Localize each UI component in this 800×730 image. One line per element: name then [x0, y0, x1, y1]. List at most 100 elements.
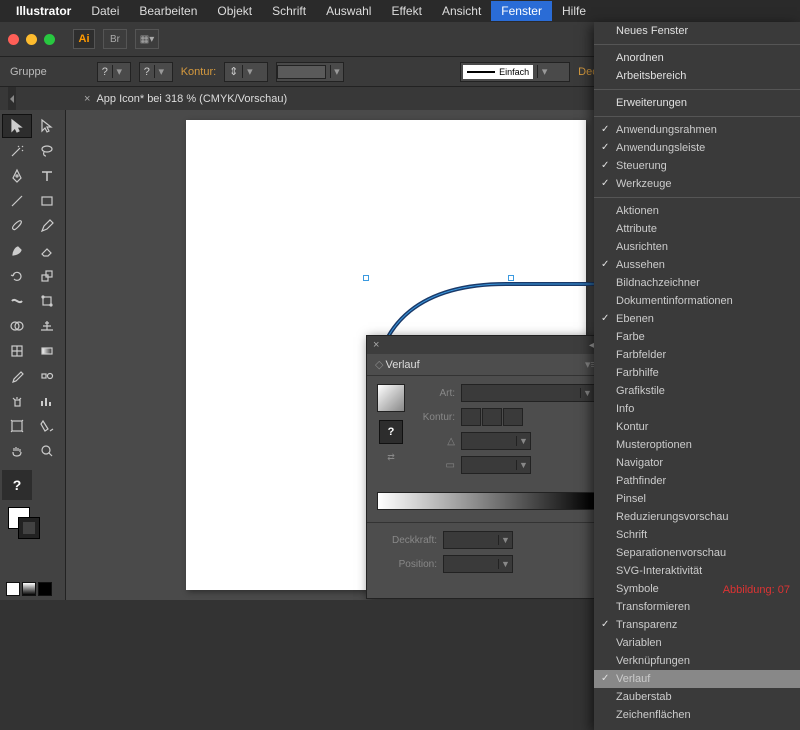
- shape-builder-tool[interactable]: [2, 314, 32, 338]
- menu-schrift[interactable]: Schrift: [262, 1, 316, 21]
- stroke-grad-within-icon[interactable]: [461, 408, 481, 426]
- app-name[interactable]: Illustrator: [16, 4, 71, 18]
- slice-tool[interactable]: [32, 414, 62, 438]
- fill-stroke-swatch[interactable]: [2, 507, 63, 542]
- toolbox-collapse-toggle[interactable]: [8, 87, 16, 110]
- none-mode-icon[interactable]: [38, 582, 52, 596]
- menu-item-info[interactable]: Info: [594, 400, 800, 418]
- menu-item-attribute[interactable]: Attribute: [594, 220, 800, 238]
- gradient-panel[interactable]: × ◂◂ ◇Verlauf ▾≡ ? ⇄ Art: ▼: [366, 335, 606, 599]
- ai-home-icon[interactable]: Ai: [73, 29, 95, 49]
- menu-item-verlauf[interactable]: ✓Verlauf: [594, 670, 800, 688]
- menu-item-dokumentinformationen[interactable]: Dokumentinformationen: [594, 292, 800, 310]
- menu-item-farbfelder[interactable]: Farbfelder: [594, 346, 800, 364]
- lasso-tool[interactable]: [32, 139, 62, 163]
- type-tool[interactable]: [32, 164, 62, 188]
- menu-item-anwendungsrahmen[interactable]: ✓Anwendungsrahmen: [594, 121, 800, 139]
- gradient-type-unknown[interactable]: ?: [379, 420, 403, 444]
- stroke-weight-field[interactable]: ⇕▾: [224, 62, 268, 82]
- panel-header[interactable]: × ◂◂: [367, 336, 605, 354]
- menu-item-zauberstab[interactable]: Zauberstab: [594, 688, 800, 706]
- selection-tool[interactable]: [2, 114, 32, 138]
- eyedropper-tool[interactable]: [2, 364, 32, 388]
- stroke-dropdown[interactable]: ?▾: [139, 62, 173, 82]
- stroke-grad-across-icon[interactable]: [503, 408, 523, 426]
- menu-item-grafikstile[interactable]: Grafikstile: [594, 382, 800, 400]
- angle-field[interactable]: ▼: [461, 432, 531, 450]
- menu-item-anordnen[interactable]: Anordnen: [594, 49, 800, 67]
- menu-item-anwendungsleiste[interactable]: ✓Anwendungsleiste: [594, 139, 800, 157]
- menu-item-transformieren[interactable]: Transformieren: [594, 598, 800, 616]
- menu-datei[interactable]: Datei: [81, 1, 129, 21]
- opacity-field[interactable]: ▼: [443, 531, 513, 549]
- menu-auswahl[interactable]: Auswahl: [316, 1, 381, 21]
- menu-item-farbe[interactable]: Farbe: [594, 328, 800, 346]
- menu-fenster[interactable]: Fenster: [491, 1, 552, 21]
- menu-item-separationenvorschau[interactable]: Separationenvorschau: [594, 544, 800, 562]
- menu-item-aussehen[interactable]: ✓Aussehen: [594, 256, 800, 274]
- gradient-slider[interactable]: 🗑: [377, 492, 595, 510]
- menu-item-zeichenfl-chen[interactable]: Zeichenflächen: [594, 706, 800, 724]
- rectangle-tool[interactable]: [32, 189, 62, 213]
- artboard-tool[interactable]: [2, 414, 32, 438]
- menu-item-transparenz[interactable]: ✓Transparenz: [594, 616, 800, 634]
- resize-handle-icon[interactable]: [508, 275, 514, 281]
- free-transform-tool[interactable]: [32, 289, 62, 313]
- close-button[interactable]: [8, 34, 19, 45]
- gradient-type-dropdown[interactable]: ▼: [461, 384, 595, 402]
- line-tool[interactable]: [2, 189, 32, 213]
- menu-item-navigator[interactable]: Navigator: [594, 454, 800, 472]
- scale-tool[interactable]: [32, 264, 62, 288]
- panel-close-icon[interactable]: ×: [373, 339, 379, 351]
- menu-item-arbeitsbereich[interactable]: Arbeitsbereich: [594, 67, 800, 85]
- menu-item-variablen[interactable]: Variablen: [594, 634, 800, 652]
- menu-item-erweiterungen[interactable]: Erweiterungen: [594, 94, 800, 112]
- menu-item-werkzeuge[interactable]: ✓Werkzeuge: [594, 175, 800, 193]
- menu-item-pathfinder[interactable]: Pathfinder: [594, 472, 800, 490]
- panel-tab[interactable]: ◇Verlauf ▾≡: [367, 354, 605, 376]
- resize-handle-icon[interactable]: [363, 275, 369, 281]
- menu-hilfe[interactable]: Hilfe: [552, 1, 596, 21]
- menu-ansicht[interactable]: Ansicht: [432, 1, 491, 21]
- stroke-grad-along-icon[interactable]: [482, 408, 502, 426]
- color-mode-icon[interactable]: [6, 582, 20, 596]
- pen-tool[interactable]: [2, 164, 32, 188]
- maximize-button[interactable]: [44, 34, 55, 45]
- symbol-sprayer-tool[interactable]: [2, 389, 32, 413]
- width-tool[interactable]: [2, 289, 32, 313]
- hand-tool[interactable]: [2, 439, 32, 463]
- menu-item-schrift[interactable]: Schrift: [594, 526, 800, 544]
- menu-bearbeiten[interactable]: Bearbeiten: [129, 1, 207, 21]
- fill-stroke-unknown[interactable]: ?: [2, 470, 32, 500]
- menu-item-ebenen[interactable]: ✓Ebenen: [594, 310, 800, 328]
- gradient-swatch[interactable]: [377, 384, 405, 412]
- magic-wand-tool[interactable]: [2, 139, 32, 163]
- position-field[interactable]: ▼: [443, 555, 513, 573]
- menu-item-kontur[interactable]: Kontur: [594, 418, 800, 436]
- menu-item-verkn-pfungen[interactable]: Verknüpfungen: [594, 652, 800, 670]
- menu-item-pinsel[interactable]: Pinsel: [594, 490, 800, 508]
- gradient-tool[interactable]: [32, 339, 62, 363]
- stroke-profile-dropdown[interactable]: ▾: [276, 62, 344, 82]
- paintbrush-tool[interactable]: [2, 214, 32, 238]
- menu-item-reduzierungsvorschau[interactable]: Reduzierungsvorschau: [594, 508, 800, 526]
- gradient-mode-icon[interactable]: [22, 582, 36, 596]
- menu-item-steuerung[interactable]: ✓Steuerung: [594, 157, 800, 175]
- minimize-button[interactable]: [26, 34, 37, 45]
- reverse-gradient-icon[interactable]: ⇄: [387, 452, 395, 463]
- eraser-tool[interactable]: [32, 239, 62, 263]
- stroke-color-icon[interactable]: [18, 517, 40, 539]
- direct-selection-tool[interactable]: [32, 114, 62, 138]
- fill-dropdown[interactable]: ?▾: [97, 62, 131, 82]
- zoom-tool[interactable]: [32, 439, 62, 463]
- column-graph-tool[interactable]: [32, 389, 62, 413]
- brush-dropdown[interactable]: Einfach▾: [460, 62, 570, 82]
- menu-item-svg-interaktivit-t[interactable]: SVG-Interaktivität: [594, 562, 800, 580]
- pencil-tool[interactable]: [32, 214, 62, 238]
- arrange-docs-icon[interactable]: ▦▾: [135, 29, 159, 49]
- blend-tool[interactable]: [32, 364, 62, 388]
- blob-brush-tool[interactable]: [2, 239, 32, 263]
- mesh-tool[interactable]: [2, 339, 32, 363]
- rotate-tool[interactable]: [2, 264, 32, 288]
- aspect-field[interactable]: ▼: [461, 456, 531, 474]
